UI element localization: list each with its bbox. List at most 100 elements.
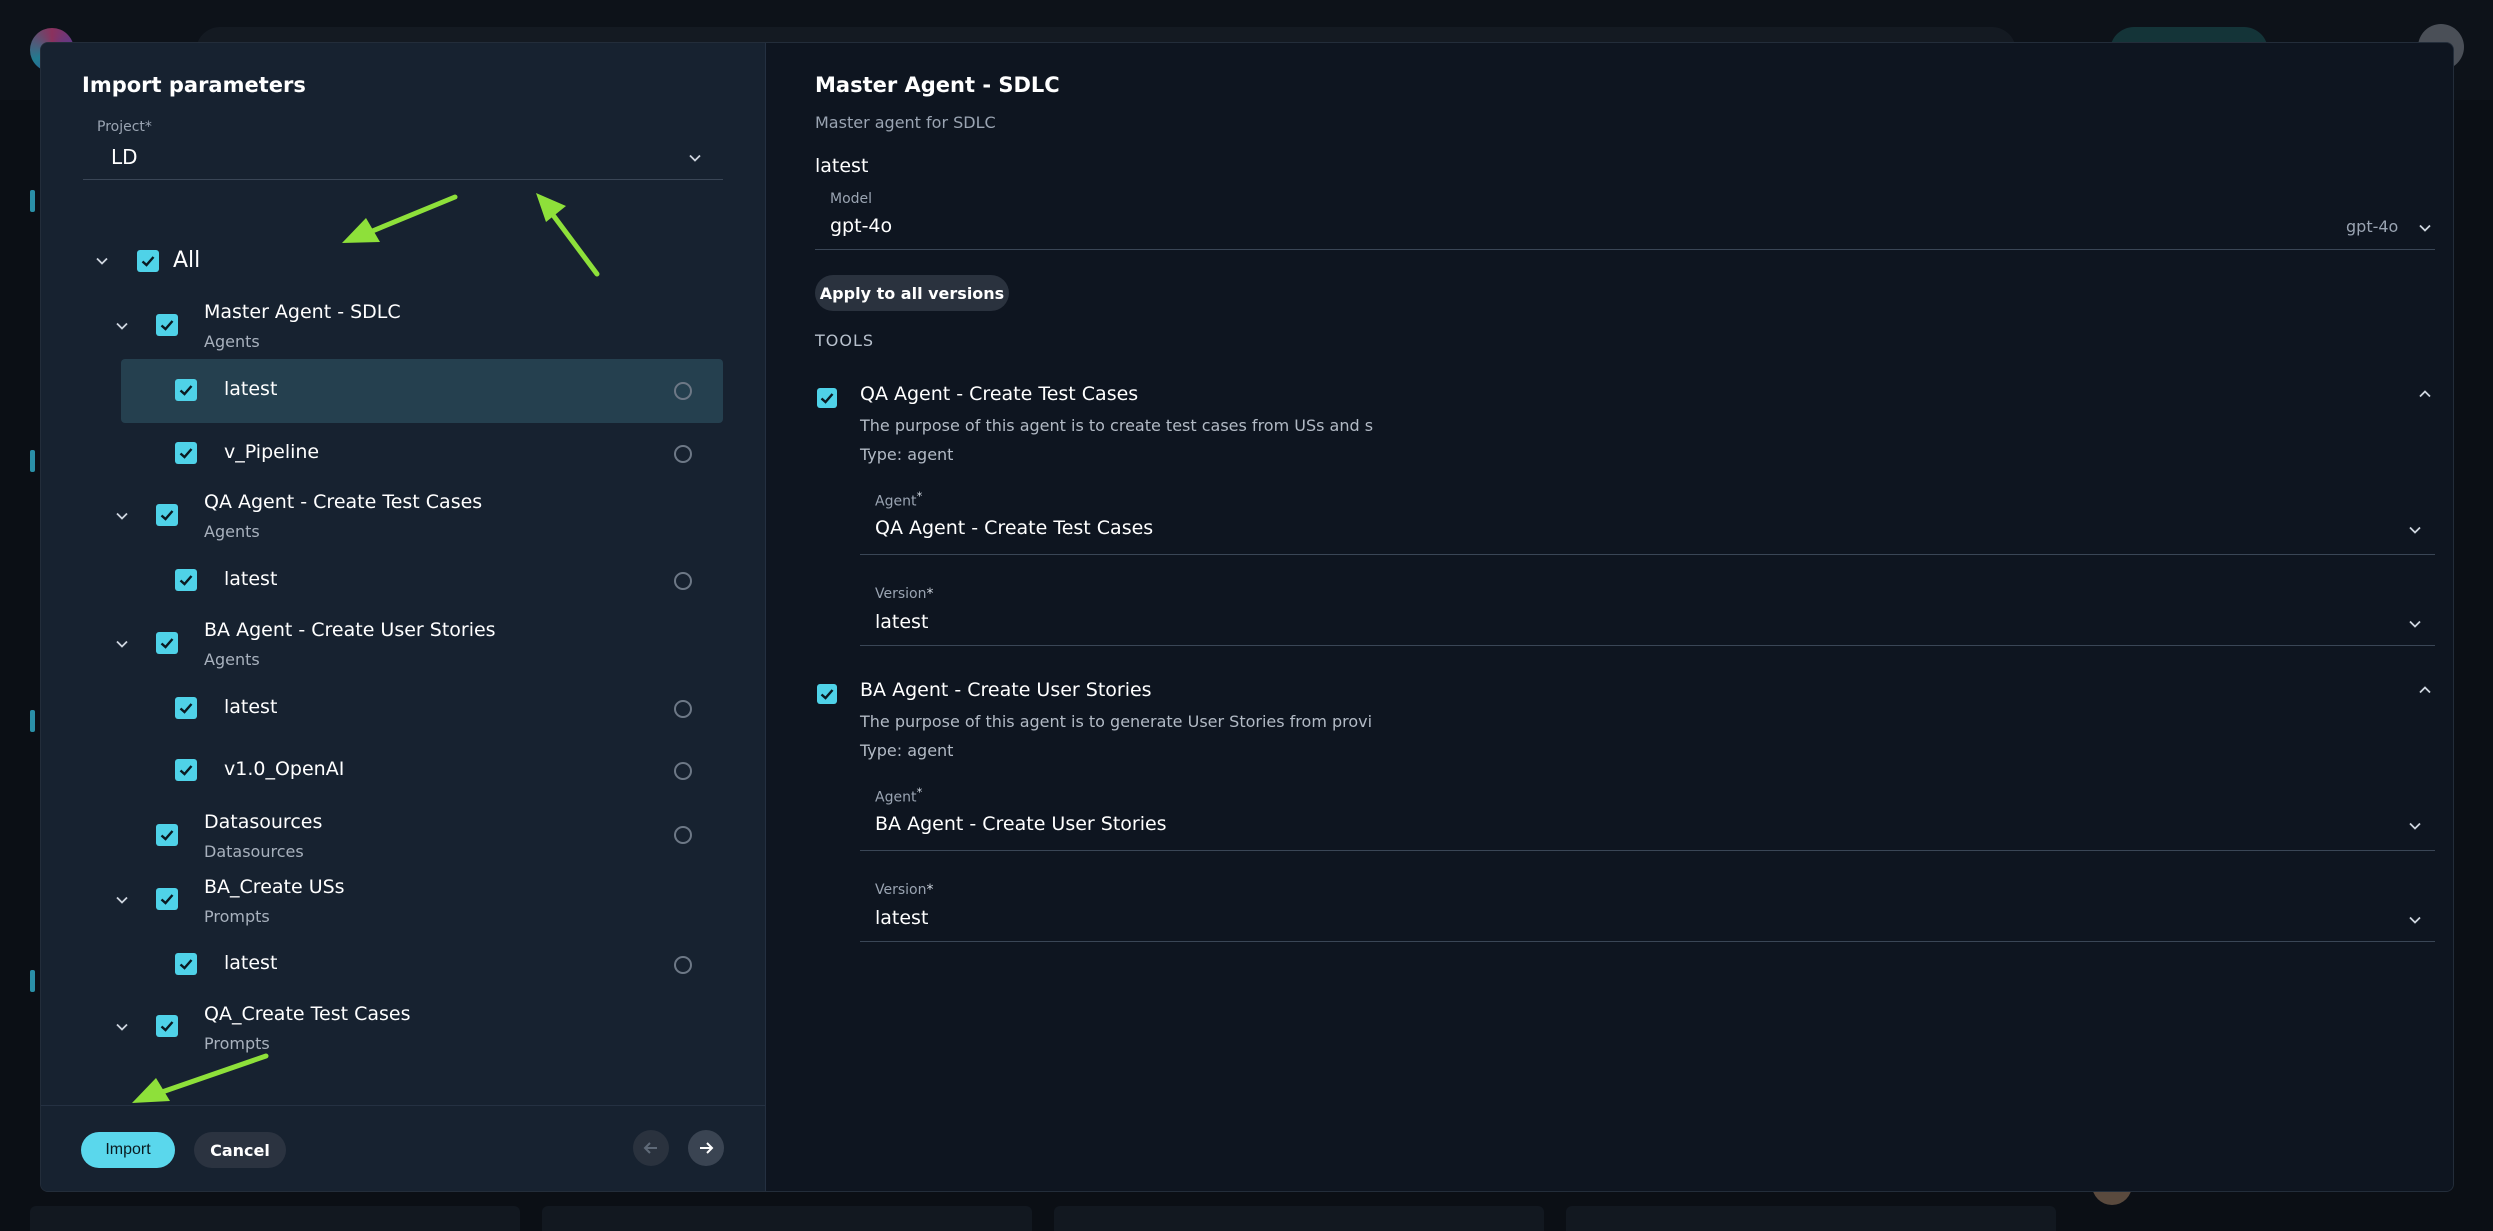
- chevron-down-icon[interactable]: [115, 1020, 129, 1034]
- tool-agent-label: Agent*: [875, 489, 923, 510]
- chevron-up-icon[interactable]: [2418, 683, 2432, 697]
- group-type: Agents: [204, 650, 260, 669]
- group-name: Master Agent - SDLC: [204, 301, 401, 323]
- chevron-down-icon[interactable]: [95, 254, 109, 268]
- checkbox-group[interactable]: [156, 632, 178, 654]
- chevron-up-icon[interactable]: [2418, 387, 2432, 401]
- version-label: latest: [224, 568, 278, 590]
- chevron-down-icon[interactable]: [115, 319, 129, 333]
- checkbox-group[interactable]: [156, 824, 178, 846]
- project-underline: [83, 179, 723, 180]
- arrow-left-icon[interactable]: [633, 1130, 669, 1166]
- panel-title: Import parameters: [82, 73, 306, 97]
- group-type: Agents: [204, 522, 260, 541]
- version-radio[interactable]: [674, 700, 692, 718]
- group-name: BA_Create USs: [204, 876, 345, 898]
- checkbox-version[interactable]: [175, 569, 197, 591]
- model-hint: gpt-4o: [2346, 217, 2399, 236]
- tool-name: QA Agent - Create Test Cases: [860, 383, 1139, 405]
- chevron-down-icon[interactable]: [115, 509, 129, 523]
- tool-name: BA Agent - Create User Stories: [860, 679, 1152, 701]
- tool-version-underline: [860, 645, 2435, 646]
- version-label: v_Pipeline: [224, 441, 320, 463]
- tool-checkbox[interactable]: [817, 684, 837, 704]
- group-type: Agents: [204, 332, 260, 351]
- model-label: Model: [830, 191, 873, 207]
- checkbox-group[interactable]: [156, 1015, 178, 1037]
- chevron-down-icon[interactable]: [688, 151, 702, 165]
- apply-to-all-versions-button[interactable]: Apply to all versions: [815, 275, 1009, 311]
- tool-type: Type: agent: [860, 445, 954, 464]
- bg-accent-bar: [30, 190, 35, 212]
- import-button[interactable]: Import: [81, 1132, 175, 1168]
- version-radio[interactable]: [674, 382, 692, 400]
- checkbox-group[interactable]: [156, 314, 178, 336]
- project-select[interactable]: LD: [111, 145, 138, 169]
- checkbox-version[interactable]: [175, 953, 197, 975]
- chevron-down-icon[interactable]: [2408, 819, 2422, 833]
- chevron-down-icon[interactable]: [115, 893, 129, 907]
- chevron-down-icon[interactable]: [2408, 913, 2422, 927]
- tool-version-label: Version*: [875, 586, 934, 602]
- version-radio[interactable]: [674, 826, 692, 844]
- tool-agent-label: Agent*: [875, 785, 923, 806]
- tool-agent-underline: [860, 850, 2435, 851]
- tool-description: The purpose of this agent is to generate…: [860, 712, 1373, 731]
- group-type: Prompts: [204, 1034, 270, 1053]
- cancel-button[interactable]: Cancel: [194, 1132, 286, 1168]
- all-label: All: [173, 248, 201, 273]
- model-select[interactable]: gpt-4o: [830, 215, 892, 237]
- model-underline: [815, 249, 2435, 250]
- agent-description: Master agent for SDLC: [815, 113, 996, 132]
- chevron-down-icon[interactable]: [2418, 221, 2432, 235]
- version-radio[interactable]: [674, 572, 692, 590]
- checkbox-version[interactable]: [175, 759, 197, 781]
- group-name: Datasources: [204, 811, 323, 833]
- tool-checkbox[interactable]: [817, 388, 837, 408]
- checkbox-all[interactable]: [137, 250, 159, 272]
- version-details-panel: Master Agent - SDLC Master agent for SDL…: [766, 43, 2453, 1191]
- project-label: Project*: [97, 119, 152, 135]
- tool-version-select[interactable]: latest: [875, 611, 928, 633]
- group-name: QA Agent - Create Test Cases: [204, 491, 483, 513]
- selected-row-highlight[interactable]: [121, 359, 723, 423]
- tool-agent-select[interactable]: BA Agent - Create User Stories: [875, 813, 1167, 835]
- group-type: Datasources: [204, 842, 304, 861]
- tool-description: The purpose of this agent is to create t…: [860, 416, 1374, 435]
- version-radio[interactable]: [674, 762, 692, 780]
- tool-agent-select[interactable]: QA Agent - Create Test Cases: [875, 517, 1153, 539]
- version-label: latest: [224, 696, 278, 718]
- bg-card: [30, 1206, 520, 1231]
- version-label: latest: [224, 378, 278, 400]
- tool-type: Type: agent: [860, 741, 954, 760]
- chevron-down-icon[interactable]: [2408, 523, 2422, 537]
- bg-accent-bar: [30, 450, 35, 472]
- agent-title: Master Agent - SDLC: [815, 73, 1060, 97]
- checkbox-version[interactable]: [175, 442, 197, 464]
- tool-version-label: Version*: [875, 882, 934, 898]
- import-parameters-panel: Import parameters Project* LD All Master…: [41, 43, 766, 1191]
- checkbox-group[interactable]: [156, 888, 178, 910]
- tool-version-select[interactable]: latest: [875, 907, 928, 929]
- version-radio[interactable]: [674, 445, 692, 463]
- import-tree: All Master Agent - SDLC Agents latest v_…: [41, 193, 765, 1073]
- version-radio[interactable]: [674, 956, 692, 974]
- group-name: QA_Create Test Cases: [204, 1003, 411, 1025]
- group-type: Prompts: [204, 907, 270, 926]
- bg-card: [1566, 1206, 2056, 1231]
- checkbox-group[interactable]: [156, 504, 178, 526]
- bg-card: [1054, 1206, 1544, 1231]
- chevron-down-icon[interactable]: [115, 637, 129, 651]
- arrow-right-icon[interactable]: [688, 1130, 724, 1166]
- tool-version-underline: [860, 941, 2435, 942]
- version-label: latest: [224, 952, 278, 974]
- bg-card: [542, 1206, 1032, 1231]
- chevron-down-icon[interactable]: [2408, 617, 2422, 631]
- tool-agent-underline: [860, 554, 2435, 555]
- bg-accent-bar: [30, 710, 35, 732]
- checkbox-version[interactable]: [175, 697, 197, 719]
- checkbox-version[interactable]: [175, 379, 197, 401]
- tools-header: TOOLS: [815, 331, 875, 350]
- version-label: v1.0_OpenAI: [224, 758, 345, 780]
- group-name: BA Agent - Create User Stories: [204, 619, 496, 641]
